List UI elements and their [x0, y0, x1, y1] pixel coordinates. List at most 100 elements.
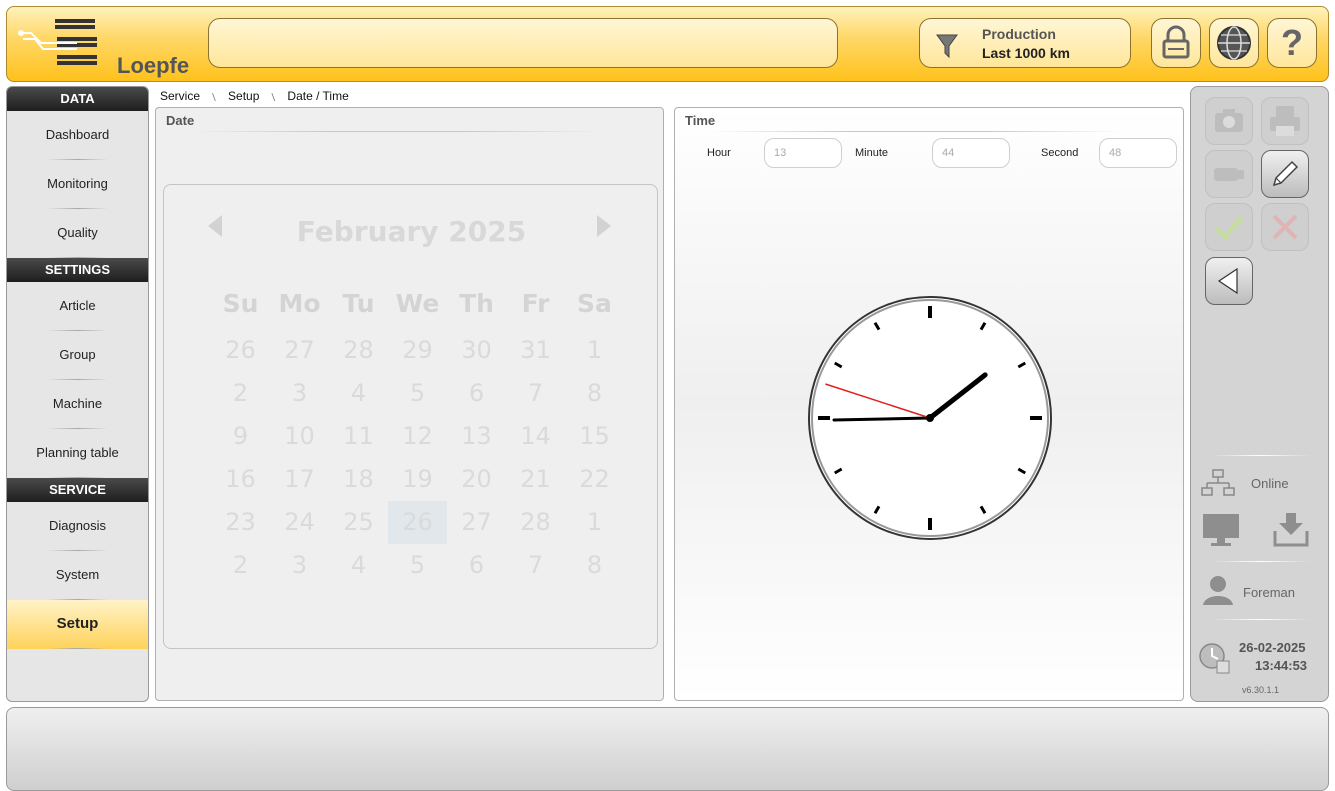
- user-icon: [1203, 576, 1233, 605]
- search-input[interactable]: [208, 18, 838, 68]
- calendar-day[interactable]: 9: [211, 415, 270, 458]
- accept-button[interactable]: [1205, 203, 1253, 251]
- nav-section-settings: SETTINGS: [7, 258, 148, 282]
- download-icon[interactable]: [1271, 509, 1311, 549]
- nav-item-quality[interactable]: Quality: [7, 209, 148, 258]
- calendar-day[interactable]: 29: [388, 329, 447, 372]
- calendar-day[interactable]: 8: [565, 372, 624, 415]
- calendar-day[interactable]: 28: [329, 329, 388, 372]
- breadcrumb-service[interactable]: Service: [160, 89, 200, 103]
- calendar-weekday: Tu: [342, 289, 375, 318]
- calendar-day[interactable]: 3: [270, 544, 329, 587]
- calendar-day[interactable]: 5: [388, 372, 447, 415]
- second-input[interactable]: 48: [1099, 138, 1177, 168]
- calendar-day[interactable]: 28: [506, 501, 565, 544]
- nav-item-machine[interactable]: Machine: [7, 380, 148, 429]
- calendar-day[interactable]: 22: [565, 458, 624, 501]
- monitor-icon[interactable]: [1201, 509, 1241, 549]
- date-panel: Date February 2025 Su Mo Tu We Th Fr Sa 26 27 28 2…: [155, 107, 664, 701]
- back-icon: [1217, 267, 1238, 295]
- calendar-week-row: 2345678: [211, 544, 624, 587]
- calendar-day[interactable]: 21: [506, 458, 565, 501]
- filter-funnel-icon: [936, 34, 958, 59]
- network-icon: [1201, 469, 1235, 496]
- nav-item-article[interactable]: Article: [7, 282, 148, 331]
- calendar-day[interactable]: 20: [447, 458, 506, 501]
- calendar-day[interactable]: 15: [565, 415, 624, 458]
- calendar-day[interactable]: 26: [211, 329, 270, 372]
- nav-item-system[interactable]: System: [7, 551, 148, 600]
- hour-input[interactable]: 13: [764, 138, 842, 168]
- camera-icon: [1215, 109, 1243, 132]
- calendar-day[interactable]: 12: [388, 415, 447, 458]
- language-button[interactable]: [1209, 18, 1259, 68]
- production-filter-button[interactable]: Production Last 1000 km: [919, 18, 1131, 68]
- calendar-week-row: 26 27 28 29 30 31 1: [211, 329, 624, 372]
- nav-item-monitoring[interactable]: Monitoring: [7, 160, 148, 209]
- calendar-day[interactable]: 4: [329, 544, 388, 587]
- second-label: Second: [1041, 147, 1079, 159]
- calendar-day[interactable]: 17: [270, 458, 329, 501]
- time-panel: Time Hour 13 Minute 44 Second 48: [674, 107, 1184, 701]
- calendar-day[interactable]: 31: [506, 329, 565, 372]
- globe-icon: [1217, 26, 1251, 60]
- edit-button[interactable]: [1261, 150, 1309, 198]
- calendar-day[interactable]: 6: [447, 544, 506, 587]
- calendar-day[interactable]: 26: [388, 501, 447, 544]
- breadcrumb-date-time: Date / Time: [287, 89, 349, 103]
- clock-calendar-icon: [1199, 643, 1230, 674]
- calendar-day[interactable]: 27: [270, 329, 329, 372]
- calendar-month-label: February 2025: [296, 215, 527, 248]
- calendar-day[interactable]: 1: [565, 501, 624, 544]
- calendar-day[interactable]: 18: [329, 458, 388, 501]
- nav-item-setup[interactable]: Setup: [7, 600, 148, 649]
- cancel-icon: [1272, 214, 1298, 240]
- calendar-day[interactable]: 14: [506, 415, 565, 458]
- calendar-day[interactable]: 3: [270, 372, 329, 415]
- calendar-day[interactable]: 16: [211, 458, 270, 501]
- calendar-day[interactable]: 24: [270, 501, 329, 544]
- right-toolbar: Online Foreman 26-02-2025 13:44:53 v6.30…: [1190, 86, 1329, 702]
- nav-item-group[interactable]: Group: [7, 331, 148, 380]
- cancel-button[interactable]: [1261, 203, 1309, 251]
- next-month-icon[interactable]: [597, 215, 611, 237]
- user-role-label: Foreman: [1243, 585, 1296, 600]
- calendar-day[interactable]: 2: [211, 372, 270, 415]
- calendar-day[interactable]: 7: [506, 372, 565, 415]
- calendar-day[interactable]: 13: [447, 415, 506, 458]
- calendar-day[interactable]: 25: [329, 501, 388, 544]
- calendar-day[interactable]: 6: [447, 372, 506, 415]
- clock-minute-hand: [832, 416, 932, 422]
- calendar-day[interactable]: 11: [329, 415, 388, 458]
- divider: [1211, 561, 1311, 562]
- screenshot-button[interactable]: [1205, 97, 1253, 145]
- calendar-day[interactable]: 5: [388, 544, 447, 587]
- calendar-day[interactable]: 23: [211, 501, 270, 544]
- print-button[interactable]: [1261, 97, 1309, 145]
- help-button[interactable]: ?: [1267, 18, 1317, 68]
- calendar-day[interactable]: 7: [506, 544, 565, 587]
- logo-text: Loepfe: [117, 53, 190, 78]
- logo-lines-icon: [18, 19, 97, 65]
- calendar-day[interactable]: 4: [329, 372, 388, 415]
- calendar-day[interactable]: 2: [211, 544, 270, 587]
- calendar-day[interactable]: 30: [447, 329, 506, 372]
- nav-item-dashboard[interactable]: Dashboard: [7, 111, 148, 160]
- usb-button[interactable]: [1205, 150, 1253, 198]
- hour-label: Hour: [707, 147, 731, 159]
- calendar-day[interactable]: 10: [270, 415, 329, 458]
- calendar-day[interactable]: 8: [565, 544, 624, 587]
- sidebar: DATA Dashboard Monitoring Quality SETTIN…: [6, 86, 149, 702]
- time-panel-title: Time: [685, 113, 716, 128]
- calendar-grid: Su Mo Tu We Th Fr Sa 26 27 28 29 30 31 1 2 3 4 5 6 7 8 9 10 11 1…: [211, 289, 624, 587]
- back-button[interactable]: [1205, 257, 1253, 305]
- calendar-day[interactable]: 19: [388, 458, 447, 501]
- breadcrumb-setup[interactable]: Setup: [228, 89, 259, 103]
- lock-button[interactable]: [1151, 18, 1201, 68]
- minute-input[interactable]: 44: [932, 138, 1010, 168]
- calendar-day[interactable]: 1: [565, 329, 624, 372]
- loepfe-logo: Loepfe: [17, 17, 197, 78]
- nav-item-planning-table[interactable]: Planning table: [7, 429, 148, 478]
- calendar-day[interactable]: 27: [447, 501, 506, 544]
- nav-item-diagnosis[interactable]: Diagnosis: [7, 502, 148, 551]
